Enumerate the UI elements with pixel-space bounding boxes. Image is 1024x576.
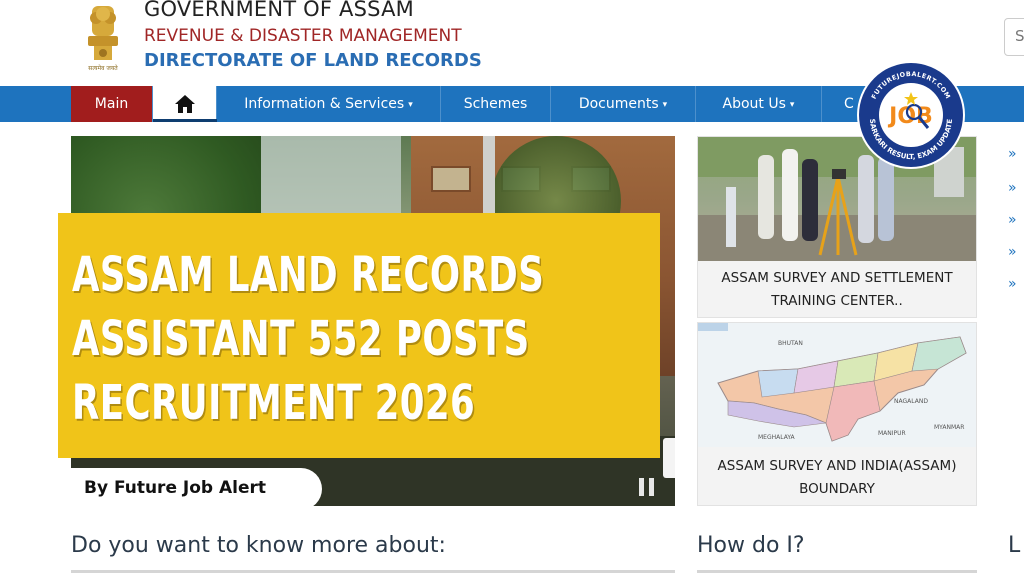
card-caption: ASSAM SURVEY AND SETTLEMENT TRAINING CEN… [698,267,976,313]
sidebar-link[interactable]: » [1008,146,1017,162]
department-title: REVENUE & DISASTER MANAGEMENT [144,26,462,46]
pause-icon[interactable] [639,478,655,496]
card-caption: ASSAM SURVEY AND INDIA(ASSAM) BOUNDARY [698,455,976,501]
sidebar-link[interactable]: » [1008,244,1017,260]
government-title: GOVERNMENT OF ASSAM [144,0,414,21]
nav-home[interactable] [153,86,217,122]
nav-information-services[interactable]: Information & Services ▾ [217,86,441,122]
recruitment-banner: ASSAM LAND RECORDS ASSISTANT 552 POSTS R… [58,213,660,458]
map-label: BHUTAN [778,340,803,347]
nav-about-us-label: About Us [722,96,786,112]
building-window [431,166,471,192]
search-input[interactable]: S [1004,18,1024,56]
card-caption-line: ASSAM SURVEY AND SETTLEMENT [721,270,953,286]
card-survey-boundary[interactable]: BHUTAN NAGALAND MEGHALAYA MANIPUR MYANMA… [697,322,977,506]
section-divider [71,570,675,573]
banner-headline-line: ASSISTANT 552 POSTS [72,311,530,367]
nav-documents[interactable]: Documents ▾ [551,86,696,122]
card-caption-line: TRAINING CENTER.. [771,293,903,309]
chevron-down-icon: ▾ [662,100,668,110]
map-label: NAGALAND [894,398,928,405]
emblem-motto: सत्यमेव जयते [88,65,118,72]
assam-map-illustration: BHUTAN NAGALAND MEGHALAYA MANIPUR MYANMA… [698,323,976,447]
card-caption-line: BOUNDARY [799,481,875,497]
assam-boundary-map: BHUTAN NAGALAND MEGHALAYA MANIPUR MYANMA… [698,323,976,447]
map-label: MANIPUR [878,430,906,437]
map-label: MEGHALAYA [758,434,796,441]
chevron-down-icon: ▾ [789,100,795,110]
credit-label: By Future Job Alert [60,468,322,510]
section-heading-partial: L [1008,533,1021,558]
nav-about-us[interactable]: About Us ▾ [696,86,822,122]
chevron-down-icon: ▾ [408,100,413,110]
section-heading-know-more: Do you want to know more about: [71,533,446,558]
map-label: MYANMAR [934,424,964,431]
nav-information-services-label: Information & Services [244,96,405,112]
home-icon [174,95,195,113]
sidebar-link[interactable]: » [1008,276,1017,292]
slide-sky [251,136,401,216]
slider-next-arrow[interactable] [663,438,675,478]
directorate-title[interactable]: DIRECTORATE OF LAND RECORDS [144,50,482,71]
nav-documents-label: Documents [578,96,659,112]
future-job-alert-logo: FUTUREJOBALERT.COM SARKARI RESULT, EXAM … [857,61,965,169]
sidebar-link[interactable]: » [1008,180,1017,196]
banner-headline-line: ASSAM LAND RECORDS [72,247,545,303]
active-indicator [153,119,217,122]
section-heading-how-do-i: How do I? [697,533,805,558]
nav-main[interactable]: Main [71,86,153,122]
banner-headline-line: RECRUITMENT 2026 [72,375,476,431]
section-divider [697,570,977,573]
sidebar-link[interactable]: » [1008,212,1017,228]
nav-schemes[interactable]: Schemes [441,86,551,122]
card-caption-line: ASSAM SURVEY AND INDIA(ASSAM) [717,458,957,474]
